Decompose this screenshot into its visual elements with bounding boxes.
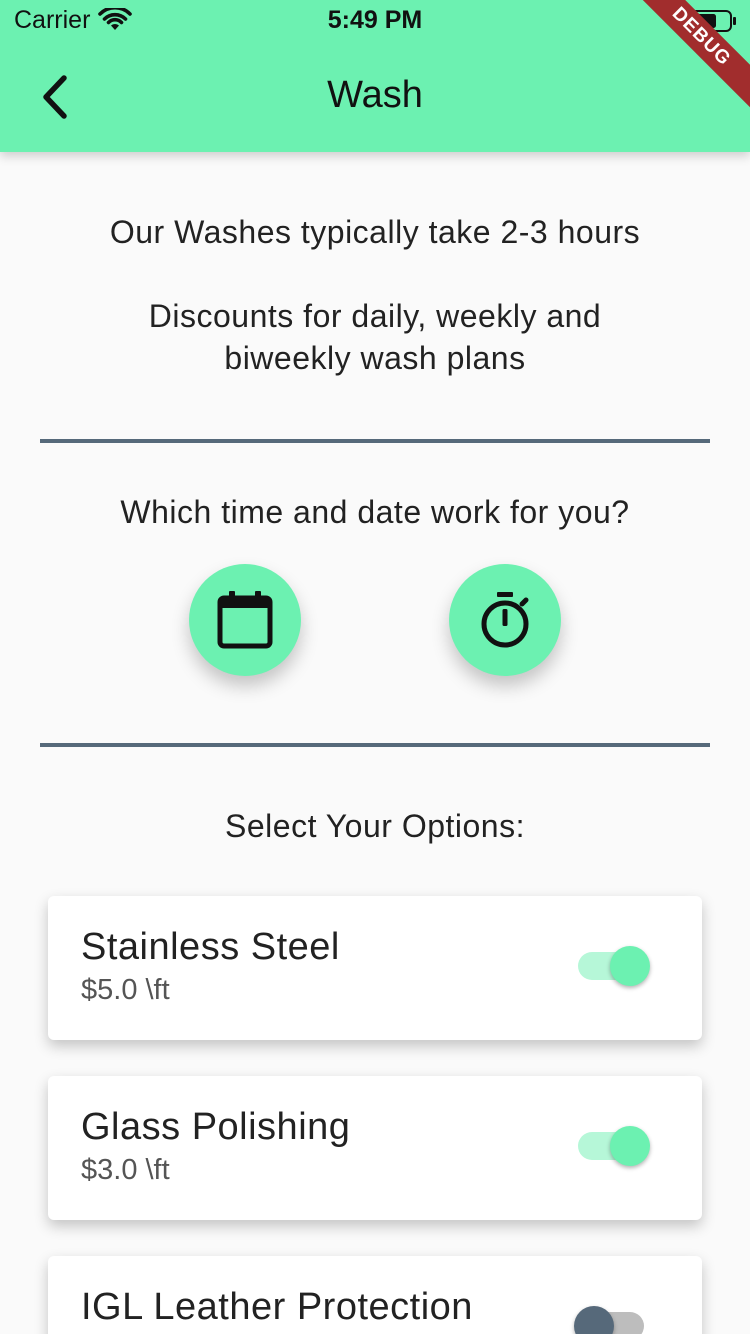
toggle-thumb: [574, 1306, 614, 1334]
toggle-thumb: [610, 946, 650, 986]
option-card-igl-leather-protection: IGL Leather Protection: [48, 1256, 702, 1334]
option-title: Stainless Steel: [81, 926, 340, 968]
select-time-button[interactable]: [449, 564, 561, 676]
discount-text-line1: Discounts for daily, weekly and: [148, 298, 602, 334]
option-card-glass-polishing: Glass Polishing $3.0 \ft: [48, 1076, 702, 1220]
option-price: $3.0 \ft: [81, 1154, 170, 1186]
schedule-prompt: Which time and date work for you?: [120, 494, 630, 530]
status-bar: Carrier 5:49 PM: [0, 0, 750, 40]
wash-screen: Carrier 5:49 PM Wash DEBUG Our Washes ty…: [0, 0, 750, 1334]
option-price: $5.0 \ft: [81, 974, 170, 1006]
section-divider: [40, 743, 710, 747]
app-bar: Carrier 5:49 PM Wash DEBUG: [0, 0, 750, 152]
option-toggle[interactable]: [574, 1306, 650, 1334]
section-divider: [40, 439, 710, 443]
calendar-icon: [217, 591, 273, 649]
toggle-thumb: [610, 1126, 650, 1166]
timer-icon: [481, 592, 529, 648]
option-title: IGL Leather Protection: [81, 1286, 473, 1328]
option-card-stainless-steel: Stainless Steel $5.0 \ft: [48, 896, 702, 1040]
options-heading: Select Your Options:: [225, 808, 525, 844]
option-toggle[interactable]: [578, 946, 650, 986]
select-date-button[interactable]: [189, 564, 301, 676]
discount-text-line2: biweekly wash plans: [224, 340, 526, 376]
option-title: Glass Polishing: [81, 1106, 351, 1148]
status-time: 5:49 PM: [327, 6, 423, 34]
option-toggle[interactable]: [578, 1126, 650, 1166]
page-title: Wash: [327, 74, 423, 116]
wash-duration-text: Our Washes typically take 2-3 hours: [109, 214, 641, 250]
